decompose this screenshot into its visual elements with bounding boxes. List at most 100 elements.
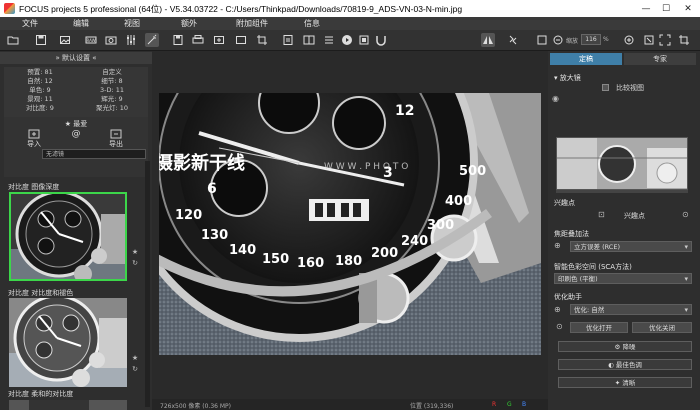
maximize-button[interactable]: ☐ [656, 0, 676, 17]
preset-thumbnail-depth[interactable] [9, 192, 127, 281]
svg-text:12: 12 [395, 103, 414, 119]
crosshair-icon[interactable]: ⊡ [598, 210, 605, 219]
roi-label: 兴趣点 [624, 212, 645, 220]
favorite-star-icon[interactable]: ★ [130, 248, 140, 256]
preset-landscape[interactable]: 景观: 11 [4, 95, 76, 104]
contrast-icon: ◐ [608, 361, 616, 369]
toggle-icon: ⊙ [556, 322, 563, 331]
zoom-out-icon[interactable] [551, 33, 565, 47]
export-icon[interactable] [212, 33, 226, 47]
preset-glow[interactable]: 辉光: 9 [76, 95, 148, 104]
zoom-in-icon[interactable] [622, 33, 636, 47]
magnet-icon[interactable] [374, 33, 388, 47]
adjustment-panel: 定稿 专家 ▾ 放大镜 比较视图 ◉ 兴趣点 ⊡ 兴趣点 ⊙ 焦距叠加法 ⊕ 立… [548, 51, 700, 410]
mirror-icon[interactable] [481, 33, 495, 47]
compare-icon[interactable] [302, 33, 316, 47]
flip-icon[interactable] [506, 33, 520, 47]
import-button[interactable]: 导入 [14, 129, 54, 149]
fullscreen-icon[interactable] [658, 33, 672, 47]
tab-expert[interactable]: 专家 [624, 53, 696, 65]
optimize-on-button[interactable]: 优化打开 [570, 322, 628, 333]
open-folder-icon[interactable] [6, 33, 20, 47]
toolbar: RAW 缩放 116 % [0, 30, 700, 51]
preset-detail[interactable]: 细节: 8 [76, 77, 148, 86]
magnifier-preview[interactable] [556, 137, 688, 190]
blend-method-select[interactable]: 立方误差 (RCE) [570, 241, 692, 252]
zoom-input[interactable]: 116 [581, 34, 601, 45]
close-button[interactable]: ✕ [678, 0, 698, 17]
roi-heading: 兴趣点 [554, 199, 575, 207]
share-icon[interactable] [234, 33, 248, 47]
image-icon[interactable] [58, 33, 72, 47]
svg-text:6: 6 [207, 181, 217, 197]
preset-scrollbar[interactable] [145, 161, 150, 407]
save-as-icon[interactable] [171, 33, 185, 47]
preset-mono[interactable]: 单色: 9 [4, 86, 76, 95]
import-icon [28, 129, 40, 139]
print-icon[interactable] [191, 33, 205, 47]
svg-text:180: 180 [335, 254, 362, 269]
title-bar: FOCUS projects 5 professional (64位) - V5… [0, 0, 700, 17]
watermark-text: 摄影新干线 [159, 152, 245, 174]
preset-contrast[interactable]: 对比度: 9 [4, 104, 76, 113]
svg-text:120: 120 [175, 208, 202, 223]
colorspace-select[interactable]: 印刷色 (平衡) [554, 273, 692, 284]
preset-count[interactable]: 预置: 81 [4, 68, 76, 77]
preset-custom[interactable]: 自定义 [76, 68, 148, 77]
menu-addons[interactable]: 附加组件 [236, 17, 268, 30]
magnifier-heading: ▾ 放大镜 [554, 74, 581, 82]
tab-finalize[interactable]: 定稿 [550, 53, 622, 65]
menu-edit[interactable]: 编辑 [73, 17, 89, 30]
optimize-select[interactable]: 优化: 自然 [570, 304, 692, 315]
menu-bar: 文件 编辑 视图 额外 附加组件 信息 [0, 17, 700, 30]
favorite-star-icon[interactable]: ★ [130, 354, 140, 362]
fit-window-icon[interactable] [642, 33, 656, 47]
bookmark-icon[interactable] [281, 33, 295, 47]
svg-text:140: 140 [229, 243, 256, 258]
watermark-url: W W W . P H O T O [324, 162, 408, 172]
frame-icon[interactable] [535, 33, 549, 47]
denoise-button[interactable]: ⚙ 降噪 [558, 341, 692, 352]
clarity-button[interactable]: ✦ 清晰 [558, 377, 692, 388]
favorites-button[interactable]: ★ 最爱 [56, 119, 96, 129]
play-icon[interactable] [340, 33, 354, 47]
roi-target-icon[interactable]: ⊙ [682, 210, 689, 219]
list-icon[interactable] [322, 33, 336, 47]
best-tone-button[interactable]: ◐ 最佳色调 [558, 359, 692, 370]
save-icon[interactable] [34, 33, 48, 47]
red-channel: R [492, 401, 497, 408]
raw-icon[interactable]: RAW [84, 33, 98, 47]
menu-extra[interactable]: 额外 [181, 17, 197, 30]
menu-view[interactable]: 视图 [124, 17, 140, 30]
svg-text:400: 400 [445, 194, 472, 209]
crop-frame-icon[interactable] [677, 33, 691, 47]
optimize-off-button[interactable]: 优化关闭 [632, 322, 692, 333]
preset-thumbnail-fade[interactable] [9, 298, 127, 387]
magic-wand-icon[interactable] [145, 33, 159, 47]
adjust-sliders-icon[interactable] [124, 33, 138, 47]
svg-text:RAW: RAW [86, 38, 95, 43]
preset-3d[interactable]: 3-D: 11 [76, 86, 148, 95]
eye-icon[interactable]: ◉ [552, 94, 559, 103]
add-preset-button[interactable]: @ [56, 129, 96, 139]
refresh-icon[interactable]: ↻ [130, 365, 140, 373]
menu-info[interactable]: 信息 [304, 17, 320, 30]
minimize-button[interactable]: — [636, 0, 656, 17]
export-button[interactable]: 导出 [96, 129, 136, 149]
stop-icon[interactable] [357, 33, 371, 47]
preset-filter-select[interactable]: 无滤镜 [42, 149, 146, 159]
image-dimensions: 726x500 像素 (0.36 MP) [160, 403, 232, 410]
colorspace-heading: 智能色彩空间 (SCA方法) [554, 263, 632, 271]
main-photo[interactable]: 120 130 140 150 160 180 200 240 300 400 500 12 3… [159, 93, 541, 355]
compare-view-checkbox[interactable] [602, 84, 609, 91]
preset-header[interactable]: » 默认设置 « [0, 52, 152, 64]
menu-file[interactable]: 文件 [22, 17, 38, 30]
camera-icon[interactable] [104, 33, 118, 47]
preset-label-fade: 对比度 对比度和褪色 [8, 289, 74, 297]
preset-natural[interactable]: 自然: 12 [4, 77, 76, 86]
preset-thumbnail-soft[interactable] [9, 400, 127, 410]
refresh-icon[interactable]: ↻ [130, 259, 140, 267]
crop-icon[interactable] [255, 33, 269, 47]
optimize-heading: 优化助手 [554, 293, 582, 301]
preset-spotlight[interactable]: 聚光灯: 10 [76, 104, 148, 113]
